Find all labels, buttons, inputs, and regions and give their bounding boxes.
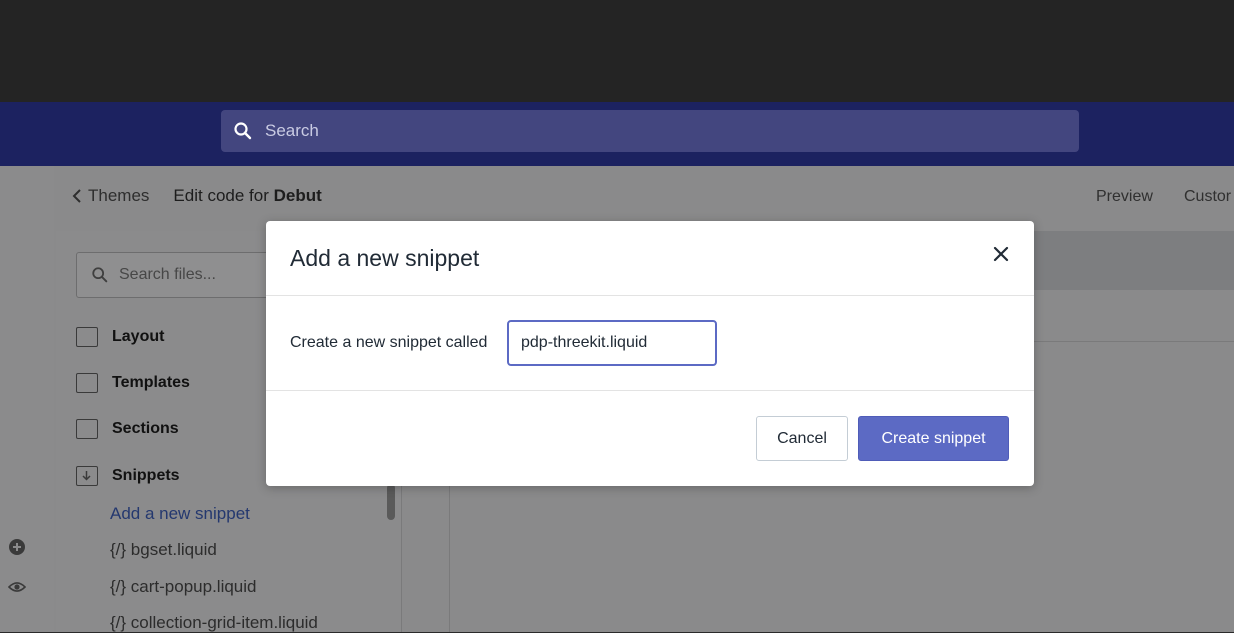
file-item[interactable]: {/} cart-popup.liquid [110, 577, 257, 597]
folder-label: Sections [112, 420, 179, 437]
snippet-name-label: Create a new snippet called [290, 334, 488, 351]
search-icon [234, 122, 252, 140]
back-to-themes-link[interactable]: Themes [72, 186, 149, 206]
chevron-left-icon [72, 189, 81, 203]
global-search-placeholder: Search [265, 121, 319, 140]
folder-icon [76, 373, 98, 393]
folder-icon [76, 327, 98, 347]
file-item[interactable]: {/} bgset.liquid [110, 540, 217, 560]
file-item[interactable]: {/} collection-grid-item.liquid [110, 613, 318, 633]
back-label: Themes [88, 186, 150, 205]
file-search-placeholder: Search files... [119, 266, 216, 283]
plus-circle-icon[interactable] [8, 538, 26, 556]
sidebar-scrollbar[interactable] [387, 484, 395, 520]
file-search-input[interactable]: Search files... [76, 252, 278, 298]
folder-label: Layout [112, 328, 165, 345]
page-title-theme: Debut [273, 186, 322, 205]
folder-download-icon [76, 466, 98, 486]
video-top-bar [0, 0, 1234, 102]
modal-header: Add a new snippet [266, 221, 1034, 296]
modal-body: Create a new snippet called [266, 296, 1034, 391]
page-header: Themes Edit code for Debut [72, 186, 322, 206]
folder-templates[interactable]: Templates [76, 373, 190, 393]
folder-label: Templates [112, 374, 190, 391]
customize-link[interactable]: Custor [1184, 188, 1231, 206]
cancel-button[interactable]: Cancel [756, 416, 848, 461]
folder-sections[interactable]: Sections [76, 419, 179, 439]
folder-icon [76, 419, 98, 439]
preview-link[interactable]: Preview [1096, 188, 1153, 206]
close-icon [993, 246, 1009, 262]
modal-title: Add a new snippet [290, 245, 480, 271]
folder-layout[interactable]: Layout [76, 327, 164, 347]
folder-snippets[interactable]: Snippets [76, 466, 180, 486]
left-rail [0, 166, 54, 632]
search-icon [92, 267, 108, 283]
add-snippet-modal: Add a new snippet Create a new snippet c… [266, 221, 1034, 486]
page-title-prefix: Edit code for [173, 186, 274, 205]
snippet-name-input[interactable] [507, 320, 717, 366]
editor-tab-bar [1034, 231, 1234, 290]
create-snippet-button[interactable]: Create snippet [858, 416, 1009, 461]
eye-icon[interactable] [8, 578, 26, 596]
close-button[interactable] [988, 241, 1014, 267]
folder-label: Snippets [112, 467, 180, 484]
page-title: Edit code for Debut [173, 186, 321, 206]
add-new-snippet-link[interactable]: Add a new snippet [110, 504, 250, 524]
global-search-bar[interactable]: Search [221, 110, 1079, 152]
